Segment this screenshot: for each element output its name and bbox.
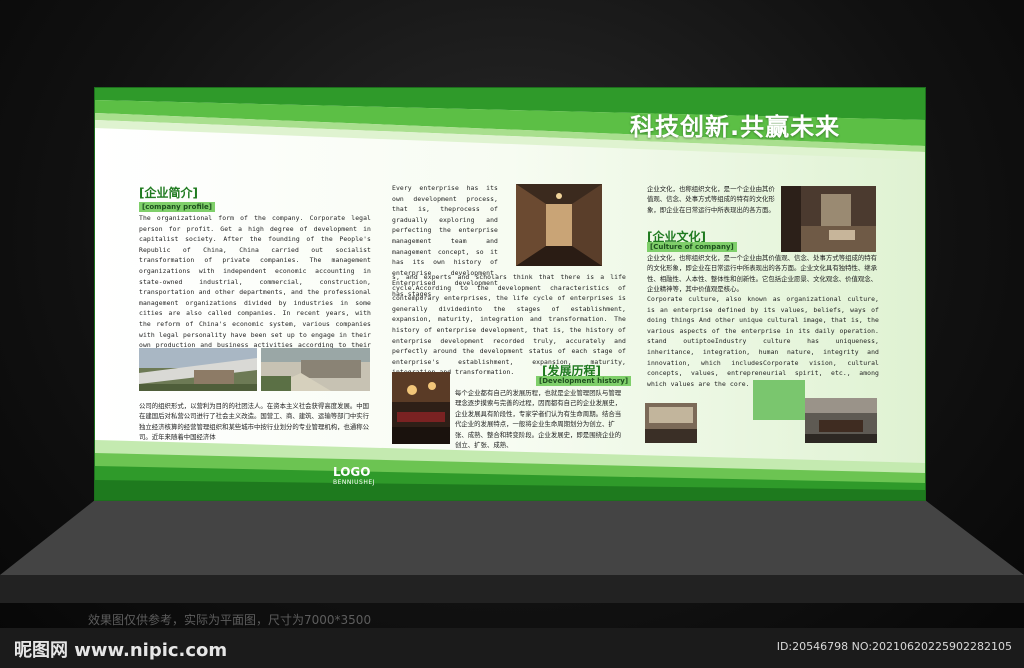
photo-meeting-room bbox=[805, 398, 877, 443]
photo-restaurant bbox=[392, 372, 450, 444]
culture-cn-text-mid: 企业文化，也称组织文化，是一个企业由其价值观、信念、处事方式等组成的特有的文化形… bbox=[647, 254, 878, 294]
logo: LOGO BENNIUSHEJ bbox=[333, 465, 375, 487]
development-cn-text: 每个企业都有自己的发展历程，也就是企业管理团队与管理理念逐步摸索与完善的过程，因… bbox=[455, 389, 622, 450]
decorative-green-block bbox=[753, 380, 805, 420]
development-subtitle: [Development history] bbox=[536, 376, 632, 386]
photo-interior bbox=[781, 186, 876, 252]
logo-subtext: BENNIUSHEJ bbox=[333, 479, 375, 486]
culture-subtitle: [Culture of company] bbox=[647, 242, 737, 252]
watermark-id: ID:20546798 NO:20210620225902282105 bbox=[776, 640, 1012, 653]
photo-building-exterior bbox=[139, 348, 257, 391]
photo-office bbox=[645, 403, 697, 443]
disclaimer-text: 效果图仅供参考，实际为平面图，尺寸为7000*3500 bbox=[88, 613, 372, 627]
display-board: 科技创新.共赢未来 [企业简介] [company profile] The o… bbox=[95, 88, 925, 500]
intro-subtitle: [company profile] bbox=[139, 202, 215, 212]
intro-title: [企业简介] bbox=[139, 186, 198, 200]
culture-en-text: Corporate culture, also known as organiz… bbox=[647, 295, 879, 388]
intro-cn-text: 公司的组织形式，以营利为目的的社团法人。在资本主义社会获得高度发展。中国在建国后… bbox=[139, 402, 370, 442]
photo-campus bbox=[261, 348, 370, 391]
photo-lobby bbox=[516, 184, 602, 266]
culture-cn-text-top: 企业文化，也称组织文化，是一个企业由其价值观、信念、处事方式等组成的特有的文化形… bbox=[647, 185, 775, 214]
logo-text: LOGO bbox=[333, 465, 371, 479]
intro-en-text: The organizational form of the company. … bbox=[139, 214, 371, 360]
headline: 科技创新.共赢未来 bbox=[630, 113, 841, 141]
watermark-logo: 昵图网 www.nipic.com bbox=[14, 640, 228, 661]
